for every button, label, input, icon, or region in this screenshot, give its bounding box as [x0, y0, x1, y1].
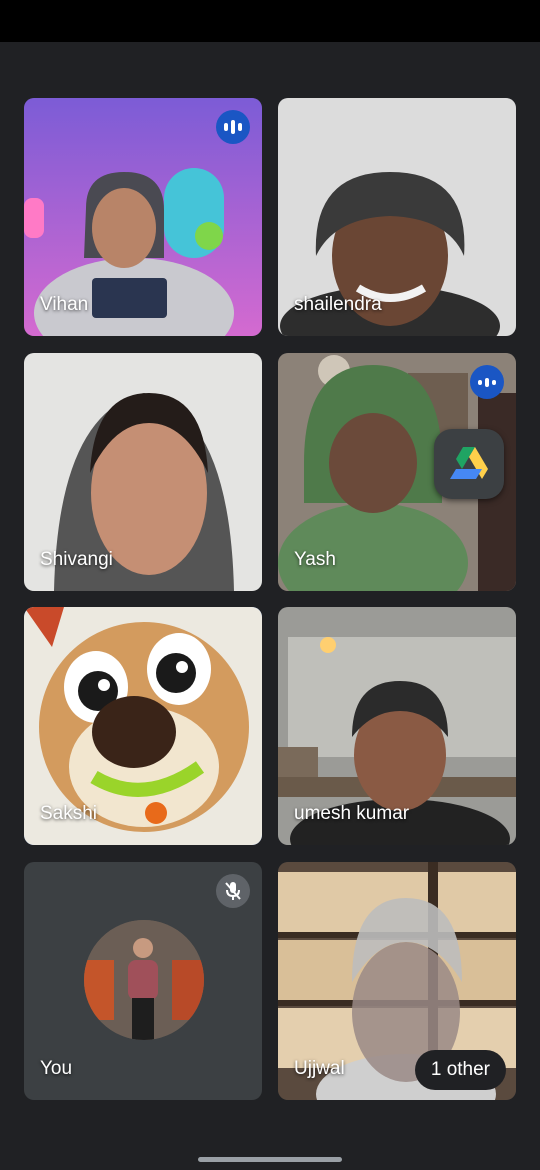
participant-tile-yash[interactable]: Yash — [278, 353, 516, 591]
audio-level-icon — [216, 110, 250, 144]
others-chip[interactable]: 1 other — [414, 1050, 506, 1090]
participant-grid: Vihan shailendra Shivangi Yash Sakshi um… — [0, 0, 540, 1170]
participant-name: shailendra — [294, 294, 382, 315]
avatar — [84, 920, 204, 1040]
participant-tile-umesh-kumar[interactable]: umesh kumar — [278, 607, 516, 845]
participant-name: Sakshi — [40, 803, 98, 824]
participant-tile-ujjwal[interactable]: Ujjwal 1 other — [278, 862, 516, 1100]
participant-name: Shivangi — [40, 549, 113, 570]
google-drive-icon[interactable] — [434, 429, 504, 499]
participant-tile-sakshi[interactable]: Sakshi — [24, 607, 262, 845]
participant-name: umesh kumar — [294, 803, 410, 824]
audio-level-icon — [470, 365, 504, 399]
participant-name: You — [40, 1058, 73, 1079]
participant-name: Ujjwal — [294, 1058, 345, 1079]
participant-tile-vihan[interactable]: Vihan — [24, 98, 262, 336]
participant-name: Yash — [294, 549, 336, 570]
participant-tile-shailendra[interactable]: shailendra — [278, 98, 516, 336]
participant-tile-you[interactable]: You — [24, 862, 262, 1100]
home-indicator[interactable] — [198, 1157, 342, 1162]
mic-off-icon — [216, 874, 250, 908]
participant-tile-shivangi[interactable]: Shivangi — [24, 353, 262, 591]
participant-name: Vihan — [40, 294, 89, 315]
